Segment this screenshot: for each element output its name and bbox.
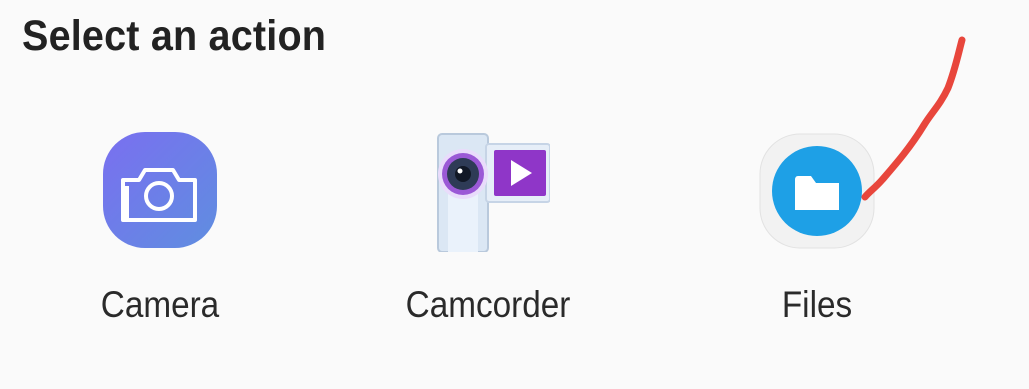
camera-icon (101, 128, 219, 252)
folder-icon (758, 128, 876, 252)
action-camera[interactable]: Camera (40, 128, 280, 348)
camcorder-icon (426, 128, 551, 253)
action-files[interactable]: Files (697, 128, 937, 348)
dialog-title: Select an action (22, 12, 327, 60)
action-camcorder[interactable]: Camcorder (368, 128, 608, 348)
action-label: Camcorder (405, 284, 571, 325)
action-label: Files (781, 284, 853, 325)
action-label: Camera (100, 284, 220, 325)
